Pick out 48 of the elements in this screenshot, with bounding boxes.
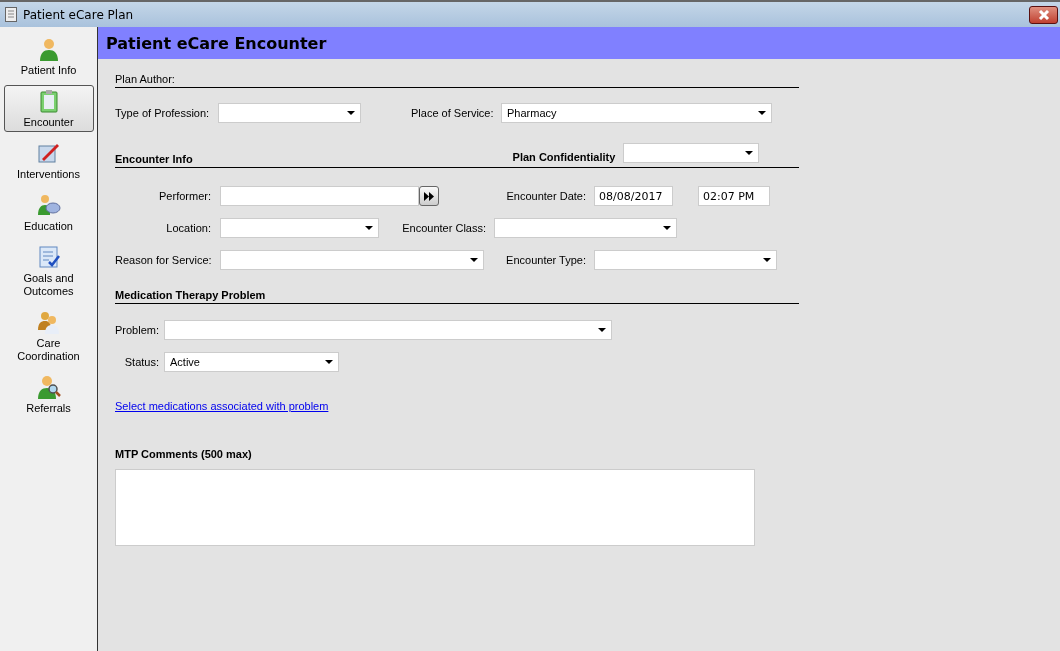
window-title: Patient eCare Plan <box>23 7 135 22</box>
section-heading: Encounter Info <box>115 153 193 165</box>
select-medications-link[interactable]: Select medications associated with problem <box>115 400 329 412</box>
location-dropdown[interactable] <box>220 218 379 238</box>
sidebar-item[interactable]: Education <box>3 189 94 236</box>
status-dropdown[interactable]: Active <box>164 352 339 372</box>
encounter-type-dropdown[interactable] <box>594 250 777 270</box>
page-title: Patient eCare Encounter <box>106 33 327 53</box>
field-label: Place of Service: <box>411 107 495 119</box>
place-of-service-dropdown[interactable]: Pharmacy <box>501 103 772 123</box>
section-heading: MTP Comments (500 max) <box>115 448 253 460</box>
field-label: Encounter Type: <box>505 254 586 266</box>
sidebar-item[interactable]: Interventions <box>3 137 94 184</box>
sidebar-item[interactable]: Care Coordination <box>3 306 94 366</box>
sidebar-item[interactable]: Goals and Outcomes <box>3 241 94 301</box>
field-label: Type of Profession: <box>115 107 211 119</box>
performer-field[interactable] <box>220 186 419 206</box>
field-label: Status: <box>123 356 159 368</box>
lookup-button[interactable] <box>419 186 439 206</box>
time-field[interactable]: 02:07 PM <box>698 186 770 206</box>
pen-icon <box>36 141 61 165</box>
field-label: Location: <box>165 222 211 234</box>
profession-dropdown[interactable] <box>218 103 361 123</box>
field-label: Plan Author: <box>115 73 175 85</box>
field-label: Performer: <box>158 190 211 202</box>
checklist-icon <box>36 245 61 269</box>
sidebar-item[interactable]: Referrals <box>3 371 94 418</box>
document-icon <box>5 7 17 22</box>
group-icon <box>36 310 61 334</box>
close-button[interactable] <box>1029 5 1058 24</box>
comments-field[interactable] <box>115 469 755 546</box>
sidebar-item[interactable]: Patient Info <box>3 33 94 80</box>
magnifier-icon <box>36 375 61 399</box>
field-label: Plan Confidentiality <box>512 151 616 163</box>
section-heading: Medication Therapy Problem <box>115 289 266 301</box>
problem-dropdown[interactable] <box>164 320 612 340</box>
field-label: Reason for Service: <box>115 254 211 266</box>
date-field[interactable]: 08/08/2017 <box>594 186 673 206</box>
field-label: Problem: <box>115 324 161 336</box>
field-label: Encounter Date: <box>505 190 586 202</box>
confidentiality-dropdown[interactable] <box>623 143 760 163</box>
double-arrow-icon <box>423 191 435 201</box>
close-icon <box>1037 9 1050 20</box>
field-label: Encounter Class: <box>401 222 486 234</box>
speech-icon <box>36 193 61 217</box>
reason-dropdown[interactable] <box>220 250 484 270</box>
encounter-class-dropdown[interactable] <box>494 218 677 238</box>
sidebar-item[interactable]: Encounter <box>3 85 94 132</box>
